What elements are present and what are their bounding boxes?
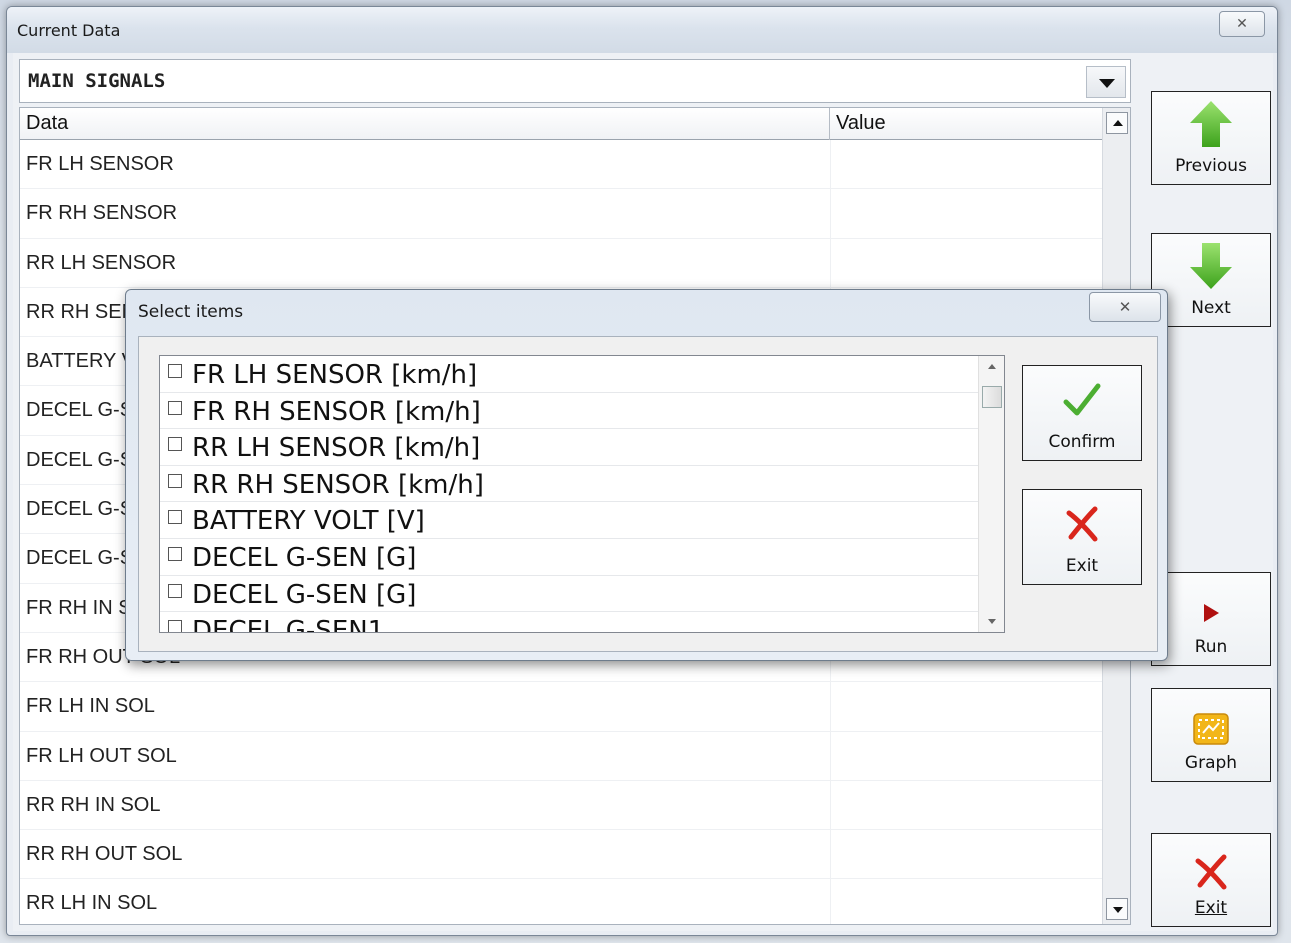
checklist-item[interactable]: RR RH SENSOR [km/h] — [160, 466, 1004, 503]
dropdown-arrow-icon[interactable] — [1086, 66, 1126, 98]
column-header-data[interactable]: Data — [20, 108, 830, 140]
table-row[interactable]: RR LH SENSOR — [20, 238, 1104, 288]
checklist-item[interactable]: RR LH SENSOR [km/h] — [160, 429, 1004, 466]
dialog-exit-label: Exit — [1065, 556, 1099, 576]
graph-button[interactable]: Graph — [1151, 688, 1271, 782]
row-data-label: RR LH IN SOL — [26, 892, 158, 915]
row-value-cell — [830, 830, 831, 879]
checklist-item[interactable]: DECEL G-SEN [G] — [160, 576, 1004, 613]
scroll-up-icon[interactable] — [1106, 112, 1128, 134]
window-title: Current Data — [17, 21, 121, 40]
window-close-button[interactable]: ✕ — [1219, 11, 1265, 37]
row-data-label: FR LH IN SOL — [26, 695, 155, 718]
checklist-item-label: DECEL G-SEN [G] — [192, 579, 417, 610]
item-checkbox[interactable] — [168, 546, 182, 561]
scroll-down-icon[interactable] — [1106, 898, 1128, 920]
checklist-item[interactable]: FR LH SENSOR [km/h] — [160, 356, 1004, 393]
confirm-button[interactable]: Confirm — [1022, 365, 1142, 461]
item-checkbox[interactable] — [168, 437, 182, 452]
graph-label: Graph — [1184, 753, 1238, 773]
grid-header: Data Value — [20, 108, 1104, 140]
checklist-item-label: DECEL G-SEN1 — [192, 616, 385, 633]
previous-label: Previous — [1175, 156, 1247, 176]
signal-group-selected: MAIN SIGNALS — [28, 70, 166, 92]
row-value-cell — [830, 682, 831, 731]
row-data-label: RR LH SENSOR — [26, 251, 177, 274]
checklist-item-label: FR LH SENSOR [km/h] — [192, 360, 478, 390]
table-row[interactable]: RR RH OUT SOL — [20, 830, 1104, 880]
dialog-close-button[interactable]: ✕ — [1089, 292, 1161, 322]
checklist-item-label: DECEL G-SEN [G] — [192, 542, 417, 573]
table-row[interactable]: FR LH OUT SOL — [20, 731, 1104, 781]
signal-group-dropdown[interactable]: MAIN SIGNALS — [19, 59, 1131, 103]
arrow-up-icon — [1190, 101, 1232, 147]
play-icon — [1204, 604, 1219, 622]
checklist-item-label: RR RH SENSOR [km/h] — [192, 469, 484, 500]
previous-button[interactable]: Previous — [1151, 91, 1271, 185]
checklist-item[interactable]: FR RH SENSOR [km/h] — [160, 393, 1004, 430]
checklist-scrollbar[interactable] — [978, 356, 1004, 632]
confirm-label: Confirm — [1048, 432, 1116, 452]
row-value-cell — [830, 238, 831, 287]
next-label: Next — [1191, 298, 1231, 318]
row-value-cell — [830, 879, 831, 924]
select-items-dialog: Select items ✕ FR LH SENSOR [km/h] FR RH … — [125, 289, 1168, 661]
close-x-icon — [1195, 854, 1227, 890]
checklist-item-label: FR RH SENSOR [km/h] — [192, 396, 481, 427]
column-header-value[interactable]: Value — [830, 108, 1104, 140]
close-x-icon — [1066, 506, 1098, 542]
title-bar: Current Data ✕ — [7, 7, 1277, 53]
checklist-item-label: RR LH SENSOR [km/h] — [192, 433, 481, 464]
row-value-cell — [830, 189, 831, 238]
table-row[interactable]: FR LH SENSOR — [20, 140, 1104, 190]
table-row[interactable]: RR LH IN SOL — [20, 879, 1104, 924]
row-data-label: RR RH OUT SOL — [26, 843, 183, 866]
table-row[interactable]: RR RH IN SOL — [20, 780, 1104, 831]
table-row[interactable]: FR RH SENSOR — [20, 189, 1104, 239]
scroll-down-icon[interactable] — [988, 619, 996, 624]
scroll-thumb[interactable] — [982, 386, 1002, 408]
item-checkbox[interactable] — [168, 364, 182, 378]
checkmark-icon — [1063, 383, 1101, 416]
row-data-label: FR LH SENSOR — [26, 153, 174, 175]
row-data-label: RR RH IN SOL — [26, 793, 161, 816]
row-data-label: FR RH SENSOR — [26, 202, 178, 225]
checklist-item-label: BATTERY VOLT [V] — [192, 506, 425, 537]
graph-icon — [1193, 713, 1229, 745]
checklist-item[interactable]: DECEL G-SEN [G] — [160, 539, 1004, 576]
row-value-cell — [830, 780, 831, 830]
exit-button[interactable]: Exit — [1151, 833, 1271, 927]
row-data-label: FR LH OUT SOL — [26, 744, 177, 767]
run-button[interactable]: Run — [1151, 572, 1271, 666]
dialog-body: FR LH SENSOR [km/h] FR RH SENSOR [km/h] RR… — [138, 336, 1158, 652]
row-value-cell — [830, 731, 831, 780]
arrow-down-icon — [1190, 243, 1232, 289]
exit-label: Exit — [1194, 898, 1228, 918]
run-label: Run — [1194, 637, 1228, 657]
item-checklist: FR LH SENSOR [km/h] FR RH SENSOR [km/h] RR… — [159, 355, 1005, 633]
item-checkbox[interactable] — [168, 510, 182, 525]
checklist-item[interactable]: BATTERY VOLT [V] — [160, 502, 1004, 539]
dialog-exit-button[interactable]: Exit — [1022, 489, 1142, 585]
item-checkbox[interactable] — [168, 473, 182, 488]
dialog-title: Select items — [138, 302, 244, 322]
item-checkbox[interactable] — [168, 400, 182, 415]
table-row[interactable]: FR LH IN SOL — [20, 682, 1104, 732]
item-checkbox[interactable] — [168, 583, 182, 598]
scroll-up-icon[interactable] — [988, 364, 996, 369]
item-checkbox[interactable] — [168, 620, 182, 632]
row-value-cell — [830, 140, 831, 189]
checklist-item[interactable]: DECEL G-SEN1 — [160, 612, 1004, 633]
next-button[interactable]: Next — [1151, 233, 1271, 327]
